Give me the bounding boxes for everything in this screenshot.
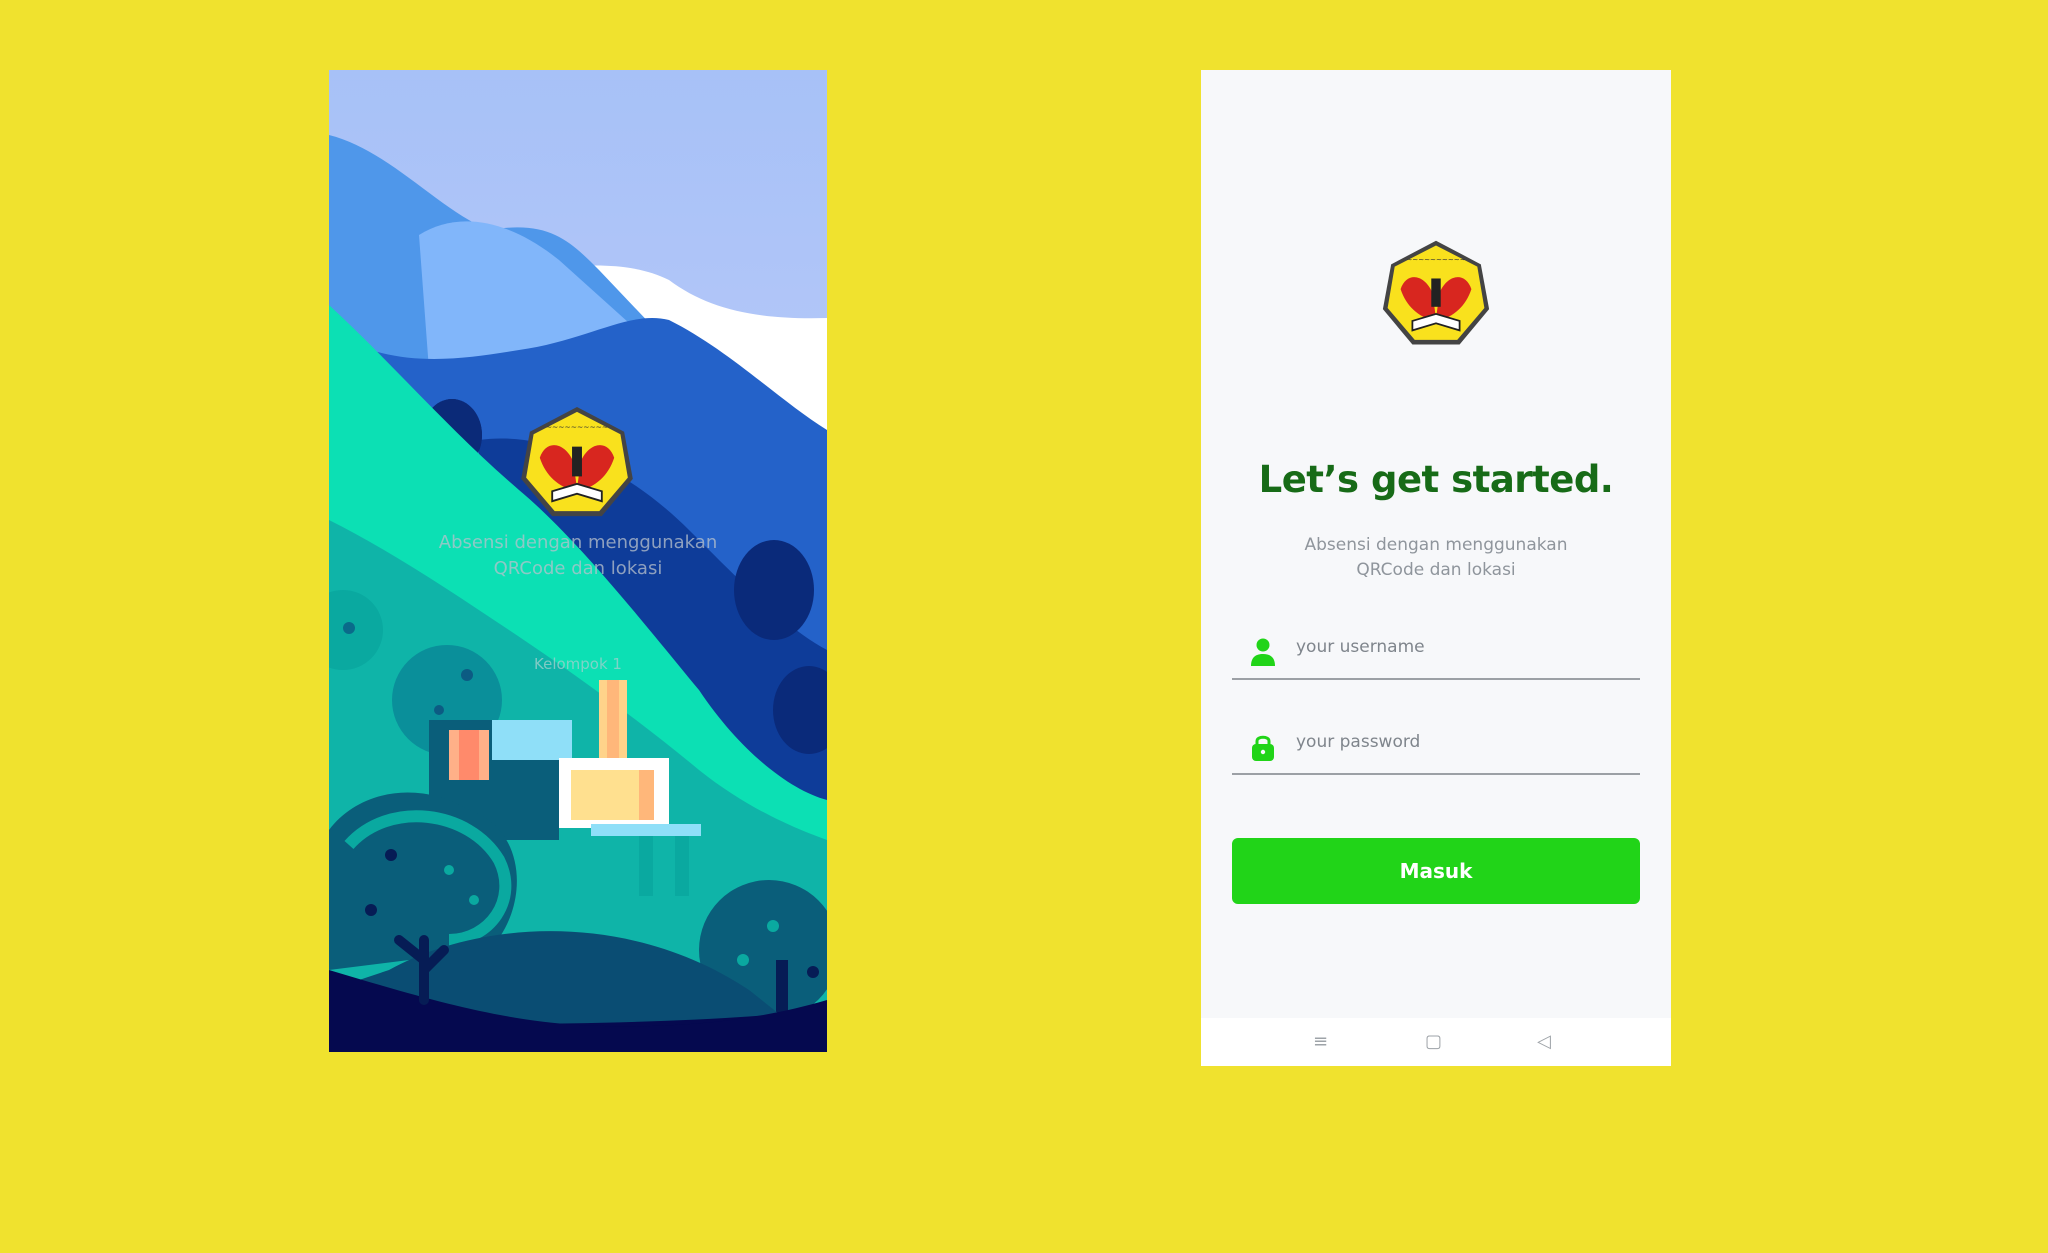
user-icon <box>1251 638 1275 666</box>
login-subtitle-line2: QRCode dan lokasi <box>1356 560 1516 580</box>
group-label: Kelompok 1 <box>534 655 622 673</box>
splash-screen: ~~~~~~~~~~ Absensi dengan menggunakan QR… <box>329 70 827 1052</box>
login-subtitle: Absensi dengan menggunakan QRCode dan lo… <box>1271 533 1601 583</box>
university-emblem-icon: ~~~~~~~~~~ <box>521 406 633 517</box>
svg-text:~~~~~~~~~~: ~~~~~~~~~~ <box>1406 255 1465 264</box>
menu-icon[interactable]: ≡ <box>1313 1032 1328 1052</box>
username-input[interactable] <box>1294 626 1628 668</box>
password-field <box>1232 715 1640 775</box>
splash-tagline-line2: QRCode dan lokasi <box>493 558 663 579</box>
system-nav-bar: ≡ ▢ ◁ <box>1201 1018 1671 1066</box>
university-emblem-icon: ~~~~~~~~~~ <box>1382 240 1490 345</box>
password-input[interactable] <box>1294 721 1628 763</box>
splash-tagline: Absensi dengan menggunakan QRCode dan lo… <box>418 530 738 582</box>
login-button[interactable]: Masuk <box>1232 838 1640 904</box>
splash-tagline-line1: Absensi dengan menggunakan <box>438 532 718 553</box>
svg-text:~~~~~~~~~~: ~~~~~~~~~~ <box>546 422 608 431</box>
login-screen: ~~~~~~~~~~ Let’s get started. Absensi de… <box>1201 70 1671 1066</box>
page-title: Let’s get started. <box>1258 458 1614 501</box>
username-field <box>1232 620 1640 680</box>
lock-icon <box>1252 735 1274 761</box>
back-icon[interactable]: ◁ <box>1537 1032 1551 1052</box>
home-icon[interactable]: ▢ <box>1425 1032 1442 1052</box>
login-subtitle-line1: Absensi dengan menggunakan <box>1304 535 1568 555</box>
